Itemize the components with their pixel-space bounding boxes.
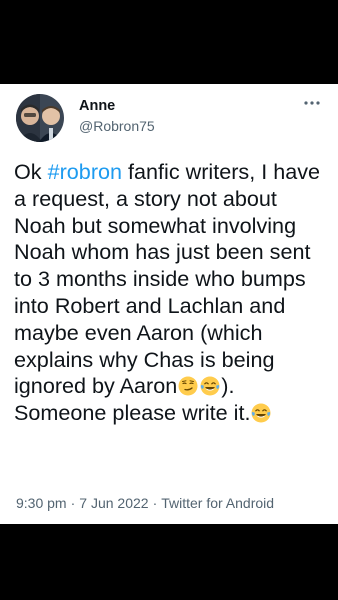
- tweet-header: Anne @Robron75: [16, 92, 322, 144]
- tweet-source[interactable]: Twitter for Android: [161, 495, 274, 511]
- face-with-tears-of-joy-emoji: [251, 403, 271, 423]
- hashtag-link[interactable]: #robron: [48, 159, 122, 184]
- tweet-card: Anne @Robron75 Ok #robron fanfic writers…: [0, 84, 338, 524]
- avatar[interactable]: [16, 94, 64, 142]
- tweet-text: Ok #robron fanfic writers, I have a requ…: [14, 159, 332, 427]
- meta-separator: ·: [152, 495, 158, 511]
- tweet-time[interactable]: 9:30 pm: [16, 495, 67, 511]
- meta-separator: ·: [70, 495, 76, 511]
- tweet-date[interactable]: 7 Jun 2022: [79, 495, 148, 511]
- author-name[interactable]: Anne: [79, 97, 115, 115]
- smirking-face-emoji: [178, 376, 198, 396]
- screenshot-frame: Anne @Robron75 Ok #robron fanfic writers…: [0, 0, 338, 600]
- tweet-metadata: 9:30 pm · 7 Jun 2022 · Twitter for Android: [16, 494, 274, 512]
- author-handle[interactable]: @Robron75: [79, 117, 155, 135]
- more-options-icon[interactable]: [302, 96, 322, 110]
- face-with-tears-of-joy-emoji: [200, 376, 220, 396]
- tweet-text-body: fanfic writers, I have a request, a stor…: [14, 159, 321, 399]
- tweet-text-start: Ok: [14, 159, 48, 184]
